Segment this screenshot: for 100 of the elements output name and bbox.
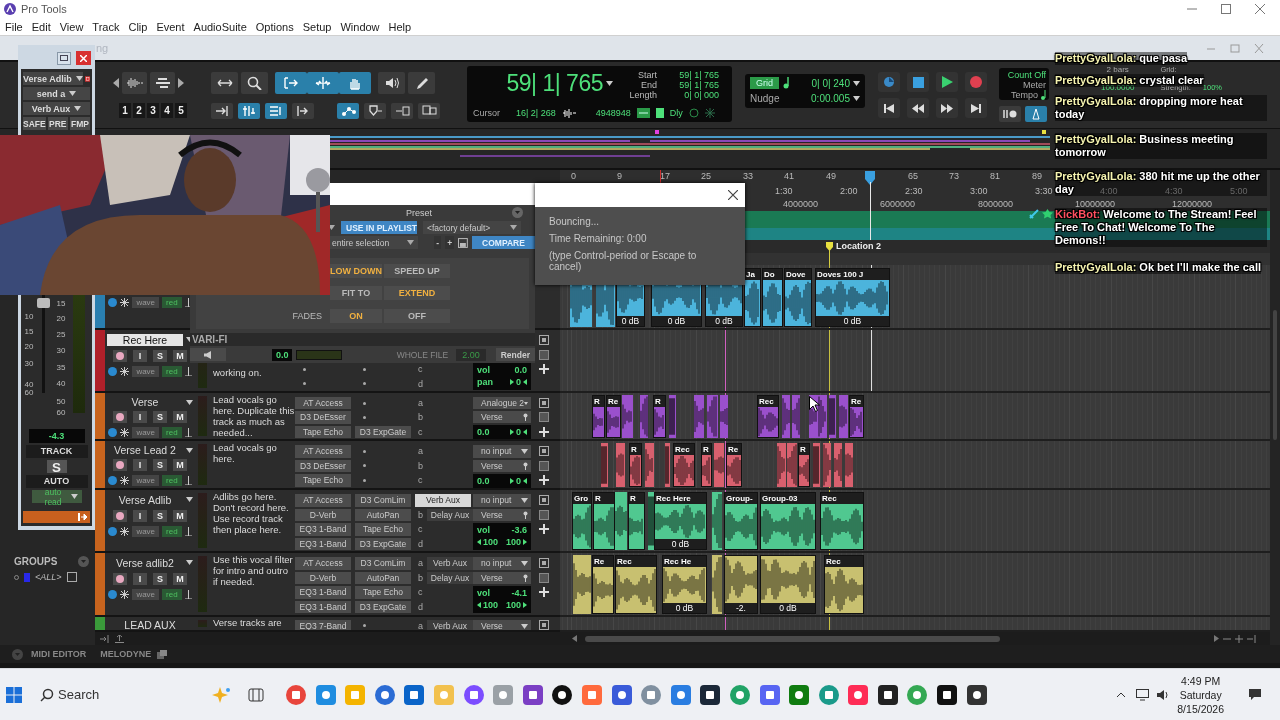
view-selector[interactable]: wave [132, 589, 160, 600]
output-selector[interactable]: Verse [473, 508, 531, 521]
menu-item[interactable]: File [5, 20, 23, 33]
insert-slot[interactable]: D3 ExpGate [355, 600, 411, 613]
zoom-preset-button[interactable]: 4 [161, 103, 173, 118]
solo-button[interactable]: S [153, 349, 167, 362]
audio-clip[interactable]: Rec He 0 dB [662, 555, 707, 614]
audio-clip[interactable]: Doves 100 J 0 dB [815, 268, 890, 327]
insert-slot[interactable]: EQ3 7-Band [295, 620, 351, 630]
insert-slot[interactable]: AutoPan [355, 508, 411, 521]
audio-clip[interactable]: Rec [615, 555, 657, 614]
track-name[interactable]: Rec Here [107, 333, 183, 346]
audio-clip[interactable]: Re [606, 395, 621, 438]
insert-slot[interactable]: EQ3 1-Band [295, 586, 351, 599]
audio-clip[interactable]: Re [849, 395, 864, 438]
insert-slot[interactable]: EQ3 1-Band [295, 600, 351, 613]
send-slot[interactable]: Verb Aux [415, 494, 471, 507]
menu-item[interactable]: Options [255, 20, 294, 33]
insert-slot[interactable]: D3 ExpGate [355, 425, 411, 439]
output-selector[interactable]: Verse [473, 410, 531, 424]
mute-button[interactable]: M [173, 509, 187, 522]
audio-clip[interactable]: R [592, 395, 605, 438]
audio-clip[interactable]: -2. [724, 555, 758, 614]
view-selector[interactable]: wave [132, 297, 160, 308]
bus-selector[interactable]: Verb Aux [23, 102, 90, 115]
menu-item[interactable]: Event [156, 20, 185, 33]
solo-button[interactable]: S [153, 459, 167, 472]
audio-clip[interactable]: Rec [820, 492, 864, 550]
send-slot[interactable]: Delay Aux [427, 508, 473, 521]
menu-item[interactable]: Help [388, 20, 412, 33]
send-selector[interactable]: send a [23, 87, 90, 100]
insert-slot[interactable]: D3 ComLim [355, 494, 411, 507]
insert-slot[interactable]: D3 DeEsser [295, 459, 351, 472]
insert-slot[interactable]: D-Verb [295, 508, 351, 521]
audio-clip[interactable]: Re [726, 443, 742, 487]
send-slot[interactable]: Verb Aux [427, 557, 473, 570]
insert-slot[interactable]: AutoPan [355, 571, 411, 584]
option-button[interactable]: LOW DOWN [330, 264, 382, 279]
menu-item[interactable]: Clip [128, 20, 148, 33]
insert-slot[interactable]: Tape Echo [355, 586, 411, 599]
option-button[interactable]: SPEED UP [384, 264, 450, 279]
send-slot[interactable]: Delay Aux [427, 571, 473, 584]
send-option-button[interactable]: PRE [47, 117, 68, 130]
automation-mode[interactable]: red [162, 526, 182, 537]
audio-clip[interactable]: Ja [744, 268, 761, 327]
zoom-preset-button[interactable]: 5 [175, 103, 187, 118]
insert-slot[interactable]: D3 DeEsser [295, 411, 351, 424]
input-selector[interactable]: Analogue 2 [473, 396, 531, 410]
insert-slot[interactable]: AT Access [295, 396, 351, 410]
track-name[interactable]: Verse Lead 2 [107, 444, 183, 457]
menu-item[interactable]: Window [340, 20, 380, 33]
audio-clip[interactable]: Gro [572, 492, 592, 550]
view-selector[interactable]: wave [132, 475, 160, 487]
audio-clip[interactable]: R [628, 492, 645, 550]
automation-mode[interactable]: red [162, 297, 182, 308]
audio-clip[interactable]: Group- [724, 492, 758, 550]
insert-slot[interactable]: Tape Echo [295, 425, 351, 439]
insert-slot[interactable]: D-Verb [295, 571, 351, 584]
insert-slot[interactable]: EQ3 1-Band [295, 523, 351, 536]
audio-clip[interactable]: 0 dB [760, 555, 816, 614]
audio-clip[interactable]: Rec [757, 395, 779, 438]
mute-button[interactable]: M [173, 459, 187, 472]
input-monitor-button[interactable]: I [133, 411, 147, 423]
menu-item[interactable]: Track [92, 20, 120, 33]
menu-item[interactable]: View [59, 20, 84, 33]
output-selector[interactable]: Verse [473, 459, 531, 472]
preset-button[interactable]: - [434, 236, 442, 250]
option-button[interactable]: OFF [384, 308, 450, 323]
input-selector[interactable]: no input [473, 494, 531, 507]
audio-clip[interactable]: Rec [824, 555, 864, 614]
send-option-button[interactable]: FMP [69, 117, 90, 130]
automation-mode[interactable]: red [162, 366, 182, 377]
mute-button[interactable]: M [173, 349, 187, 362]
option-button[interactable]: FIT TO [330, 286, 382, 301]
insert-slot[interactable]: EQ3 1-Band [295, 537, 351, 550]
input-monitor-button[interactable]: I [133, 572, 147, 585]
insert-slot[interactable]: AT Access [295, 557, 351, 570]
track-name[interactable]: Verse Adlib [107, 493, 183, 506]
search-field[interactable]: Search [54, 677, 204, 712]
input-selector[interactable]: no input [473, 445, 531, 458]
solo-button[interactable]: S [153, 509, 167, 522]
selection-selector[interactable]: entire selection [328, 236, 419, 250]
audio-clip[interactable]: Re [592, 555, 614, 614]
solo-button[interactable]: S [46, 460, 67, 473]
insert-slot[interactable]: AT Access [295, 494, 351, 507]
input-selector[interactable]: no input [473, 557, 531, 570]
menu-item[interactable]: Setup [302, 20, 332, 33]
input-monitor-button[interactable]: I [133, 509, 147, 522]
insert-slot[interactable]: Tape Echo [295, 474, 351, 487]
zoom-preset-button[interactable]: 1 [119, 103, 131, 118]
option-button[interactable]: EXTEND [384, 286, 450, 301]
view-selector[interactable]: wave [132, 366, 160, 377]
menu-item[interactable]: Edit [31, 20, 51, 33]
audio-clip[interactable]: Dove [784, 268, 812, 327]
track-name[interactable]: Verse [107, 396, 183, 408]
solo-button[interactable]: S [153, 572, 167, 585]
output-selector[interactable]: Verse [473, 571, 531, 584]
zoom-preset-button[interactable]: 2 [133, 103, 145, 118]
audio-clip[interactable]: R [593, 492, 615, 550]
insert-slot[interactable]: D3 ExpGate [355, 537, 411, 550]
